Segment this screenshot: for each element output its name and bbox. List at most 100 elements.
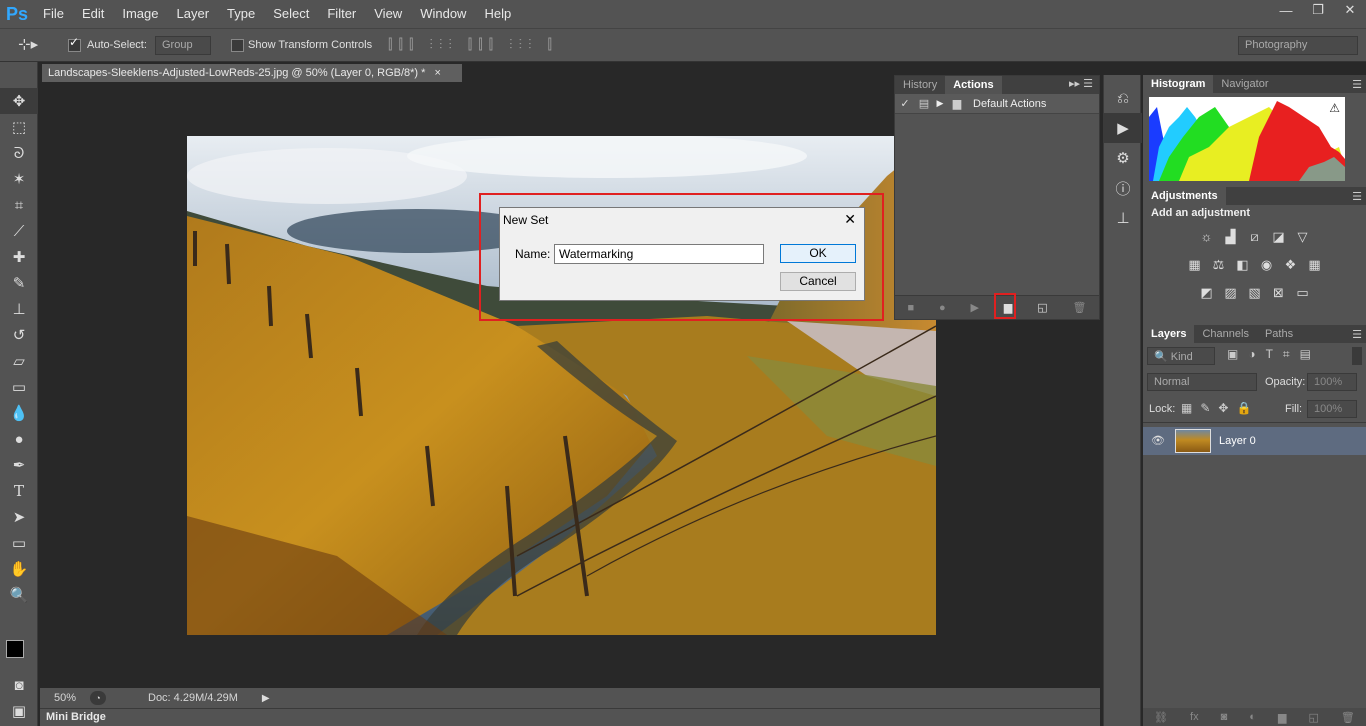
dodge-tool-icon[interactable]: ● [0, 426, 38, 452]
eyedropper-icon[interactable]: ⟋ [0, 218, 38, 244]
lock-icons[interactable]: ▦✎✥🔒 [1181, 401, 1259, 415]
color-lookup-icon[interactable]: ▦ [1303, 254, 1327, 276]
menu-layer[interactable]: Layer [168, 0, 219, 28]
layer-row-layer-0[interactable]: 👁 Layer 0 [1143, 427, 1366, 455]
fill-input[interactable]: 100% [1307, 400, 1357, 418]
record-icon[interactable]: ● [939, 302, 946, 314]
menu-window[interactable]: Window [411, 0, 475, 28]
tab-history[interactable]: History [895, 76, 946, 94]
align-icons[interactable]: ⫿⫿⫿ ⫶⫶⫶ ⫿⫿⫿ ⫶⫶⫶ ⫿ [388, 36, 558, 53]
move-tool-icon[interactable]: ✥ [0, 88, 38, 114]
action-set-row[interactable]: ✓ ▤ ▶ ▆ Default Actions [895, 94, 1099, 114]
layer-thumbnail[interactable] [1175, 429, 1211, 453]
visibility-eye-icon[interactable]: 👁 [1151, 434, 1165, 447]
menu-image[interactable]: Image [113, 0, 167, 28]
selective-color-icon[interactable]: ⊠ [1267, 282, 1291, 304]
zoom-level[interactable]: 50% [40, 692, 90, 704]
menu-file[interactable]: File [34, 0, 73, 28]
tab-adjustments[interactable]: Adjustments [1143, 187, 1226, 205]
levels-icon[interactable]: ▟ [1219, 226, 1243, 248]
filter-toggle[interactable] [1352, 347, 1362, 365]
gradient-icon[interactable]: ▭ [0, 374, 38, 400]
eraser-icon[interactable]: ▱ [0, 348, 38, 374]
curves-icon[interactable]: ⧄ [1243, 226, 1267, 248]
hand-tool-icon[interactable]: ✋ [0, 556, 38, 582]
properties-panel-icon[interactable]: ⚙ [1104, 143, 1142, 173]
tab-channels[interactable]: Channels [1194, 325, 1257, 343]
actions-panel-icon[interactable]: ▶ [1104, 113, 1142, 143]
adjustment-layer-icon[interactable]: ◐ [1249, 711, 1256, 723]
type-tool-icon[interactable]: T [0, 478, 38, 504]
new-action-icon[interactable]: ◱ [1037, 301, 1047, 314]
menu-edit[interactable]: Edit [73, 0, 113, 28]
gradient-map-icon[interactable]: ▭ [1291, 282, 1315, 304]
healing-brush-icon[interactable]: ✚ [0, 244, 38, 270]
tab-actions[interactable]: Actions [945, 76, 1002, 94]
layer-kind-dropdown[interactable]: 🔍 Kind [1147, 347, 1215, 365]
stamp-tool-icon[interactable]: ⊥ [0, 296, 38, 322]
menu-type[interactable]: Type [218, 0, 264, 28]
photo-filter-icon[interactable]: ◉ [1255, 254, 1279, 276]
play-icon[interactable]: ▶ [971, 301, 979, 314]
shape-tool-icon[interactable]: ▭ [0, 530, 38, 556]
blend-mode-dropdown[interactable]: Normal [1147, 373, 1257, 391]
menu-help[interactable]: Help [475, 0, 520, 28]
panel-menu-icon[interactable]: ☰ [1352, 190, 1362, 203]
layer-mask-icon[interactable]: ◙ [1221, 711, 1228, 723]
lasso-tool-icon[interactable]: ᘐ [0, 140, 38, 166]
color-balance-icon[interactable]: ⚖ [1207, 254, 1231, 276]
vibrance-icon[interactable]: ▽ [1291, 226, 1315, 248]
hue-saturation-icon[interactable]: ▦ [1183, 254, 1207, 276]
pen-tool-icon[interactable]: ✒ [0, 452, 38, 478]
history-brush-icon[interactable]: ↺ [0, 322, 38, 348]
workspace-dropdown[interactable]: Photography [1238, 36, 1358, 55]
posterize-icon[interactable]: ▨ [1219, 282, 1243, 304]
tab-layers[interactable]: Layers [1143, 325, 1195, 343]
channel-mixer-icon[interactable]: ❖ [1279, 254, 1303, 276]
close-window-button[interactable]: ✕ [1334, 0, 1366, 20]
exposure-icon[interactable]: ◪ [1267, 226, 1291, 248]
histogram-warning-icon[interactable]: ⚠ [1329, 101, 1340, 115]
opacity-input[interactable]: 100% [1307, 373, 1357, 391]
minimize-button[interactable]: — [1270, 0, 1302, 20]
group-icon[interactable]: ▆ [1278, 711, 1286, 724]
close-document-icon[interactable]: × [434, 67, 440, 79]
tab-navigator[interactable]: Navigator [1213, 75, 1277, 93]
link-layers-icon[interactable]: ⛓ [1154, 711, 1168, 724]
black-white-icon[interactable]: ◧ [1231, 254, 1255, 276]
marquee-tool-icon[interactable]: ⬚ [0, 114, 38, 140]
tab-histogram[interactable]: Histogram [1143, 75, 1214, 93]
quick-mask-icon[interactable]: ◙ [0, 672, 38, 698]
toggle-check-icon[interactable]: ✓ [895, 97, 915, 110]
panel-menu-icon[interactable]: ☰ [1352, 328, 1362, 341]
dialog-toggle-icon[interactable]: ▤ [915, 97, 933, 110]
layer-name[interactable]: Layer 0 [1219, 435, 1256, 447]
magic-wand-icon[interactable]: ✶ [0, 166, 38, 192]
foreground-color-swatch[interactable] [6, 640, 24, 658]
restore-button[interactable]: ❐ [1302, 0, 1334, 20]
blur-tool-icon[interactable]: 💧 [0, 400, 38, 426]
mini-bridge-tab[interactable]: Mini Bridge [46, 711, 106, 723]
screen-mode-icon[interactable]: ▣ [0, 698, 38, 724]
threshold-icon[interactable]: ▧ [1243, 282, 1267, 304]
layer-style-icon[interactable]: fx [1190, 711, 1199, 723]
status-info-icon[interactable]: ◔ [90, 691, 106, 705]
stop-icon[interactable]: ■ [907, 302, 914, 314]
show-transform-checkbox[interactable] [231, 39, 244, 52]
document-tab[interactable]: Landscapes-Sleeklens-Adjusted-LowReds-25… [42, 64, 462, 82]
delete-layer-icon[interactable]: 🗑 [1341, 711, 1355, 724]
move-tool-icon[interactable]: ⊹▸ [18, 35, 38, 53]
menu-select[interactable]: Select [264, 0, 318, 28]
layer-filter-icons[interactable]: ▣◑T⌗▤ [1227, 347, 1321, 362]
delete-icon[interactable]: 🗑 [1073, 301, 1087, 314]
brightness-contrast-icon[interactable]: ☼ [1195, 225, 1219, 247]
status-menu-arrow-icon[interactable]: ▶ [262, 693, 270, 704]
panel-menu-icon[interactable]: ☰ [1352, 78, 1362, 91]
crop-tool-icon[interactable]: ⌗ [0, 192, 38, 218]
tab-paths[interactable]: Paths [1256, 325, 1302, 343]
zoom-tool-icon[interactable]: 🔍 [0, 582, 38, 608]
panel-menu-icon[interactable]: ▸▸ ☰ [1069, 77, 1093, 90]
info-panel-icon[interactable]: ⓘ [1104, 173, 1142, 203]
menu-filter[interactable]: Filter [318, 0, 365, 28]
auto-select-dropdown[interactable]: Group [155, 36, 211, 55]
